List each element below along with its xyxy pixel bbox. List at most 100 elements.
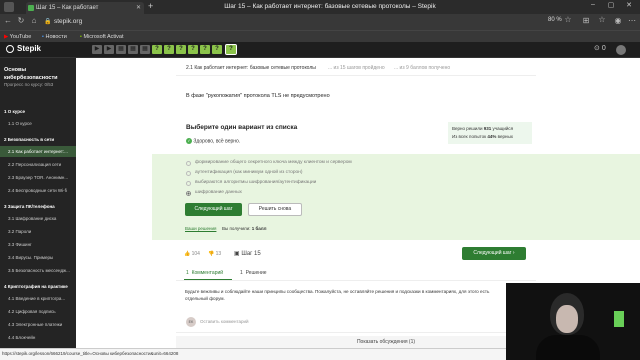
step-quiz[interactable]: ? <box>164 45 174 54</box>
bookmark-microsoft[interactable]: ▪ Microsoft Activat <box>80 32 124 42</box>
profile-icon[interactable]: ◉ <box>612 16 624 25</box>
person-body-image <box>536 335 600 360</box>
tab-close-icon[interactable]: ✕ <box>136 2 141 14</box>
course-sidebar: Основы кибербезопасности Прогресс по кур… <box>0 58 76 360</box>
sidebar-item[interactable]: 2.3 Браузер TOR. Анонимн... <box>0 172 76 183</box>
sidebar-section[interactable]: 2 Безопасность в сети <box>0 134 76 145</box>
sidebar-item[interactable]: 2.1 Как работает интернет:... <box>0 146 76 157</box>
notifications-icon[interactable]: ⊙ 0 <box>594 44 606 52</box>
sidebar-section[interactable]: 1 О курсе <box>0 106 76 117</box>
sidebar-item[interactable]: 3.4 Вирусы. Примеры <box>0 252 76 263</box>
sidebar-item[interactable]: 4.2 Цифровая подпись <box>0 306 76 317</box>
course-title[interactable]: Основы кибербезопасности <box>4 66 58 82</box>
divider <box>176 75 536 76</box>
solution-stats: Верно решили 931 учащийся Из всех попыто… <box>448 122 532 144</box>
step-text-icon[interactable]: ▦ <box>128 45 138 54</box>
step-video-icon[interactable]: ▶ <box>92 45 102 54</box>
like-button[interactable]: 👍 104 <box>184 251 200 257</box>
bookmark-news[interactable]: ▪ Новости <box>42 32 67 42</box>
sidebar-item[interactable]: 4.1 Введение в криптогра... <box>0 293 76 304</box>
maximize-icon[interactable]: ▢ <box>604 1 618 9</box>
menu-icon[interactable]: ⋯ <box>626 16 638 25</box>
background-light-image <box>614 311 624 327</box>
home-icon[interactable]: ⌂ <box>28 16 40 25</box>
earned-points: Вы получили: 1 балл <box>222 226 267 231</box>
tab-actions-icon[interactable] <box>4 2 14 12</box>
tab-comments[interactable]: 1 Комментарий <box>186 270 223 276</box>
option-label[interactable]: шифрование данных <box>195 190 242 195</box>
favorite-star-icon[interactable]: ☆ <box>562 15 574 24</box>
step-quiz[interactable]: ? <box>212 45 222 54</box>
next-step-button[interactable]: Следующий шаг <box>185 203 242 216</box>
extensions-icon[interactable]: ⊞ <box>580 16 592 25</box>
back-icon[interactable]: ← <box>2 16 14 25</box>
sidebar-item[interactable]: 3.5 Безопасность мессендж... <box>0 265 76 276</box>
refresh-icon[interactable]: ↻ <box>15 16 27 25</box>
status-url: https://stepik.org/lesson/666219/course_… <box>2 351 179 356</box>
comment-divider <box>176 332 536 333</box>
chevron-right-icon: › <box>512 250 515 256</box>
sidebar-item[interactable]: 2.4 Беспроводные сети Wi-fi <box>0 185 76 196</box>
sidebar-section[interactable]: 3 Защита ПК/телефона <box>0 201 76 212</box>
step-quiz-current[interactable]: ? <box>225 44 237 55</box>
browser-tab[interactable]: Шаг 15 – Как работает ✕ <box>26 2 144 14</box>
favorites-icon[interactable]: ☆ <box>596 15 608 24</box>
webcam-overlay <box>506 283 640 360</box>
tab-title: Шаг 15 – Как работает <box>36 5 99 11</box>
sidebar-item[interactable]: 3.2 Пароли <box>0 226 76 237</box>
sidebar-item[interactable]: 3.1 Шифрование диска <box>0 213 76 224</box>
next-step-button-bottom[interactable]: Следующий шаг › <box>462 247 526 260</box>
step-video-icon[interactable]: ▶ <box>104 45 114 54</box>
task-title: Выберите один вариант из списка <box>186 124 298 131</box>
user-avatar[interactable] <box>616 45 626 55</box>
step-text-icon[interactable]: ▦ <box>116 45 126 54</box>
sidebar-item[interactable]: 2.2 Персонализация сети <box>0 159 76 170</box>
lesson-steps-progress: ... из 15 шагов пройдено <box>328 65 385 71</box>
option-label[interactable]: формирование общего секретного ключа меж… <box>195 160 352 165</box>
dislike-button[interactable]: 👎 13 <box>208 251 221 257</box>
step-quiz[interactable]: ? <box>152 45 162 54</box>
solve-again-button[interactable]: Решить снова <box>248 203 302 216</box>
step-text-icon[interactable]: ▦ <box>140 45 150 54</box>
option-radio-selected[interactable] <box>186 191 191 196</box>
tab-solutions[interactable]: 1 Решение <box>240 270 267 276</box>
option-label[interactable]: аутентификация (как минимум одной из сто… <box>195 170 302 175</box>
step-icon: ▣ <box>234 251 240 257</box>
check-icon: ✓ <box>186 138 192 144</box>
option-radio[interactable] <box>186 161 191 166</box>
sidebar-item[interactable]: 3.3 Фишинг <box>0 239 76 250</box>
sidebar-item[interactable]: 4.4 Блокчейн <box>0 332 76 343</box>
sidebar-item[interactable]: 4.3 Электронные платежи <box>0 319 76 330</box>
option-label[interactable]: выбираются алгоритмы шифрования/аутентиф… <box>195 180 316 185</box>
address-bar: ← ↻ ⌂ 🔒 stepik.org 80 % ☆ ⊞ ☆ ◉ ⋯ <box>0 14 640 30</box>
news-icon: ▪ <box>42 34 44 40</box>
step-label: ▣ Шаг 15 <box>234 251 261 257</box>
leave-comment-field[interactable]: Оставить комментарий <box>200 319 249 324</box>
thumbs-down-icon: 👎 <box>208 251 215 257</box>
step-quiz[interactable]: ? <box>176 45 186 54</box>
close-window-icon[interactable]: ✕ <box>622 1 636 9</box>
lesson-header[interactable]: 2.1 Как работает интернет: базовые сетев… <box>186 65 316 71</box>
question-text: В фазе "рукопожатия" протокола TLS не пр… <box>186 93 330 99</box>
commenter-avatar: EK <box>186 317 196 327</box>
youtube-icon: ▶ <box>4 34 9 40</box>
sidebar-section[interactable]: 4 Криптография на практике <box>0 281 76 292</box>
browser-tab-bar: Шаг 15 – Как работает ✕ + Шаг 15 – Как р… <box>0 0 640 14</box>
microsoft-icon: ▪ <box>80 34 82 40</box>
step-quiz[interactable]: ? <box>200 45 210 54</box>
option-radio[interactable] <box>186 181 191 186</box>
zoom-level[interactable]: 80 % <box>548 17 562 23</box>
bookmark-youtube[interactable]: ▶ YouTube <box>4 32 31 42</box>
tabs-divider <box>176 280 536 281</box>
person-face-image <box>556 305 578 333</box>
bookmarks-bar: ▶ YouTube ▪ Новости ▪ Microsoft Activat <box>0 30 640 42</box>
step-quiz[interactable]: ? <box>188 45 198 54</box>
minimize-icon[interactable]: – <box>586 1 600 8</box>
new-tab-button[interactable]: + <box>148 1 153 11</box>
window-title: Шаг 15 – Как работает интернет: базовые … <box>224 3 436 10</box>
sidebar-item[interactable]: 1.1 О курсе <box>0 118 76 129</box>
option-radio[interactable] <box>186 171 191 176</box>
url-field[interactable]: 🔒 stepik.org <box>42 16 242 28</box>
your-solutions-link[interactable]: Ваши решения <box>185 226 216 231</box>
step-navigation-bar: Stepik ▶ ▶ ▦ ▦ ▦ ? ? ? ? ? ? ? ⊙ 0 <box>0 42 640 58</box>
